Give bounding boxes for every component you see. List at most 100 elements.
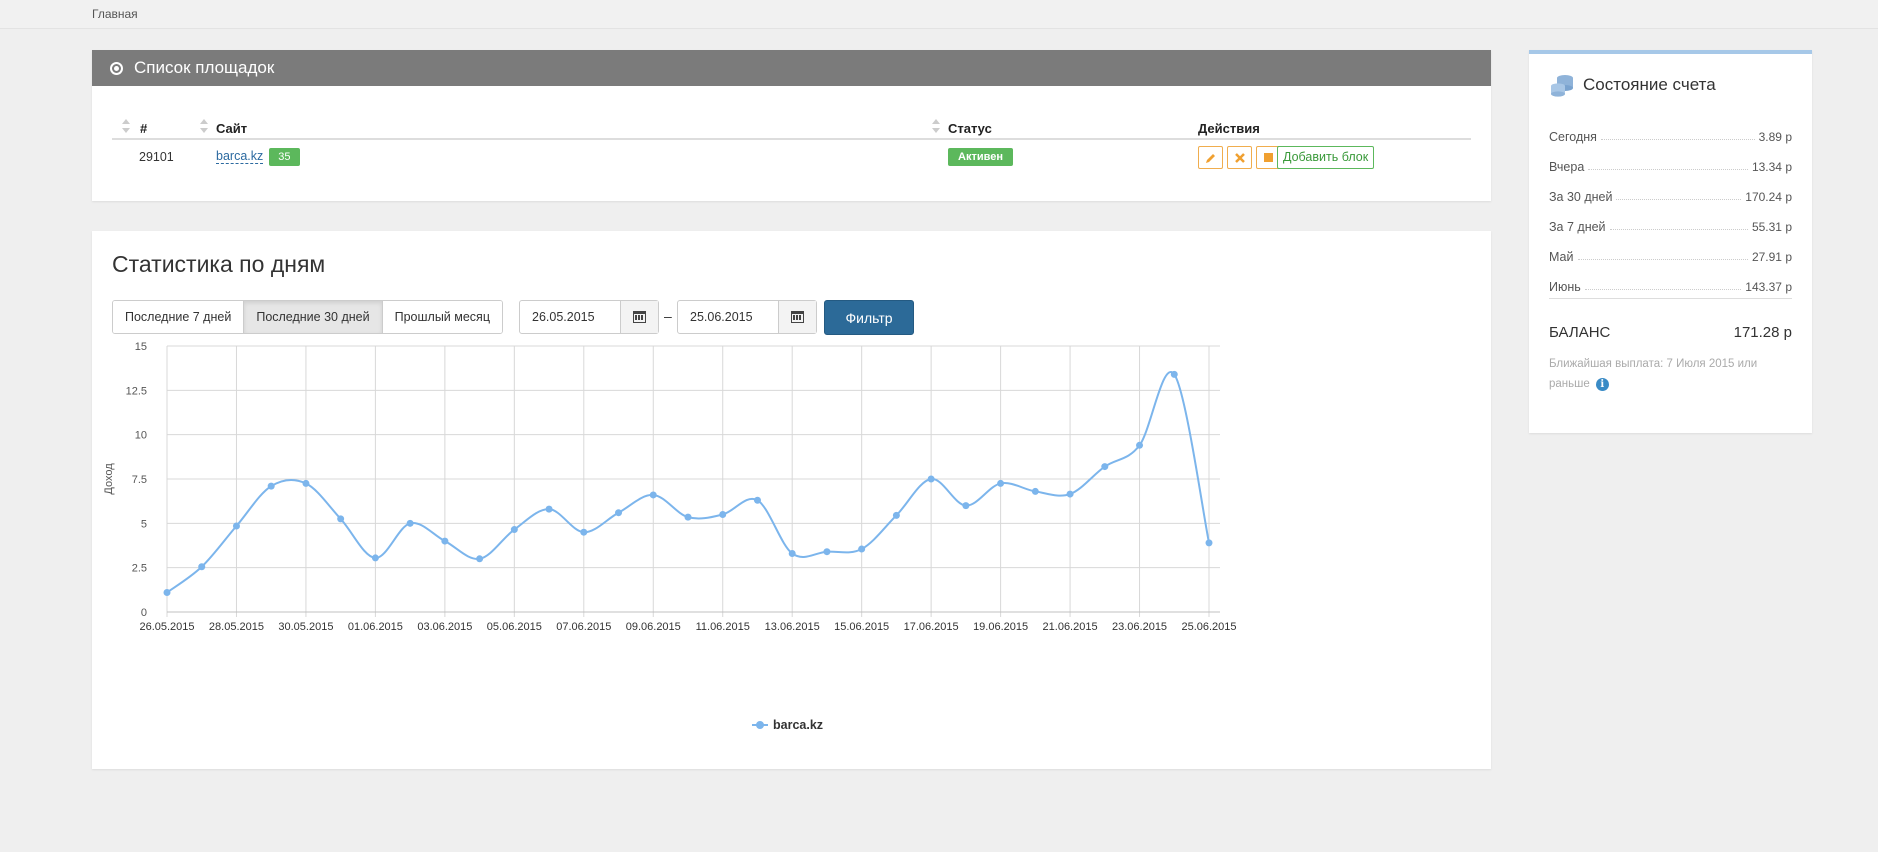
status-badge: Активен: [948, 148, 1013, 166]
sort-icon[interactable]: [122, 119, 131, 133]
data-point: [1205, 539, 1213, 547]
y-tick-label: 5: [141, 518, 147, 530]
range-last-30-days-button[interactable]: Последние 30 дней: [244, 301, 383, 333]
x-tick-label: 17.06.2015: [904, 621, 959, 633]
dot-leader: [1588, 169, 1748, 170]
data-point: [406, 519, 414, 527]
site-link[interactable]: barca.kz: [216, 149, 264, 164]
x-tick-label: 19.06.2015: [973, 621, 1028, 633]
balance-label: БАЛАНС: [1549, 324, 1611, 341]
column-header-status[interactable]: Статус: [948, 121, 992, 136]
filter-button[interactable]: Фильтр: [824, 300, 914, 335]
payout-note: Ближайшая выплата: 7 Июля 2015 или раньш…: [1549, 354, 1769, 394]
coins-icon: [1551, 75, 1573, 97]
data-point: [892, 511, 900, 519]
date-from-field[interactable]: 26.05.2015: [519, 300, 659, 334]
column-header-id[interactable]: #: [140, 121, 147, 136]
date-separator: –: [664, 308, 672, 324]
range-last-7-days-button[interactable]: Последние 7 дней: [113, 301, 245, 333]
dot-leader: [1616, 199, 1742, 200]
x-tick-label: 03.06.2015: [417, 621, 472, 633]
sites-panel-header: Список площадок: [92, 50, 1491, 86]
date-to-calendar-button[interactable]: [778, 301, 816, 333]
sort-icon[interactable]: [932, 119, 941, 133]
y-tick-label: 0: [141, 607, 147, 619]
x-tick-label: 28.05.2015: [209, 621, 264, 633]
calendar-icon: [633, 311, 646, 323]
data-point: [232, 522, 240, 530]
delete-button[interactable]: [1227, 146, 1252, 169]
x-tick-label: 30.05.2015: [278, 621, 333, 633]
data-point: [580, 528, 588, 536]
data-point: [1101, 463, 1109, 471]
data-point: [962, 502, 970, 510]
info-icon[interactable]: i: [1595, 378, 1609, 391]
date-to-field[interactable]: 25.06.2015: [677, 300, 817, 334]
data-point: [823, 548, 831, 556]
date-from-calendar-button[interactable]: [620, 301, 658, 333]
sites-panel-title: Список площадок: [134, 58, 275, 77]
data-point: [684, 513, 692, 521]
x-tick-label: 11.06.2015: [696, 621, 750, 633]
data-point: [788, 549, 796, 557]
date-to-value[interactable]: 25.06.2015: [678, 301, 778, 333]
list-item: Июнь 143.37 р: [1549, 264, 1792, 294]
legend-label[interactable]: barca.kz: [773, 718, 823, 732]
data-point: [267, 482, 275, 490]
radio-circle-icon: [110, 61, 123, 75]
x-tick-label: 23.06.2015: [1112, 621, 1167, 633]
account-stats-list: Сегодня 3.89 р Вчера 13.34 р За 30 дней 170…: [1549, 114, 1792, 294]
data-point: [753, 496, 761, 504]
breadcrumb-bar: Главная: [0, 0, 1878, 29]
sort-icon[interactable]: [200, 119, 209, 133]
add-block-button[interactable]: Добавить блок: [1277, 146, 1375, 169]
stat-value: 170.24 р: [1745, 190, 1792, 204]
stats-panel: Статистика по дням Последние 7 дней Посл…: [92, 231, 1491, 769]
x-tick-label: 15.06.2015: [834, 621, 889, 633]
range-button-group: Последние 7 дней Последние 30 дней Прошл…: [112, 300, 503, 334]
y-tick-label: 15: [135, 341, 147, 353]
balance-value: 171.28 р: [1733, 324, 1792, 341]
y-axis-title: Доход: [103, 463, 115, 495]
edit-button[interactable]: [1198, 146, 1223, 169]
account-panel: Состояние счета Сегодня 3.89 р Вчера 13.34…: [1529, 50, 1812, 433]
stat-value: 27.91 р: [1751, 250, 1792, 264]
data-point: [615, 509, 623, 517]
x-tick-label: 13.06.2015: [765, 621, 820, 633]
stat-label: Май: [1549, 250, 1574, 264]
y-tick-label: 12.5: [126, 385, 147, 397]
column-header-actions: Действия: [1198, 121, 1260, 136]
date-from-value[interactable]: 26.05.2015: [520, 301, 620, 333]
column-header-site[interactable]: Сайт: [216, 121, 247, 136]
dot-leader: [1584, 289, 1742, 290]
data-point: [927, 475, 935, 483]
data-point: [997, 479, 1005, 487]
account-title-text: Состояние счета: [1583, 75, 1716, 94]
x-tick-label: 26.05.2015: [139, 621, 194, 633]
breadcrumb-home-link[interactable]: Главная: [92, 7, 138, 21]
status-cell: Активен: [948, 148, 1013, 166]
chart-legend[interactable]: barca.kz: [752, 718, 823, 732]
sites-panel: Список площадок # Сайт Статус Действия 2…: [92, 50, 1491, 201]
x-tick-label: 09.06.2015: [626, 621, 681, 633]
x-tick-label: 07.06.2015: [556, 621, 611, 633]
stat-label: Июнь: [1549, 280, 1581, 294]
x-tick-label: 21.06.2015: [1043, 621, 1098, 633]
block-count-badge: 35: [269, 148, 300, 166]
range-last-month-button[interactable]: Прошлый месяц: [382, 301, 502, 333]
site-id: 29101: [139, 150, 174, 164]
legend-marker: [752, 721, 768, 729]
data-point: [441, 537, 449, 545]
stop-icon: [1264, 153, 1273, 162]
series-line-barca.kz: [166, 371, 1210, 594]
list-item: Вчера 13.34 р: [1549, 144, 1792, 174]
payout-note-text: Ближайшая выплата: 7 Июля 2015 или раньш…: [1549, 358, 1758, 390]
account-title: Состояние счета: [1549, 72, 1716, 98]
close-icon: [1234, 152, 1245, 163]
stat-label: Сегодня: [1549, 130, 1597, 144]
data-point: [510, 526, 518, 534]
site-cell: barca.kz 35: [216, 148, 300, 166]
balance-row: БАЛАНС 171.28 р: [1549, 324, 1792, 341]
stats-title: Статистика по дням: [112, 251, 326, 277]
stat-label: За 30 дней: [1549, 190, 1613, 204]
